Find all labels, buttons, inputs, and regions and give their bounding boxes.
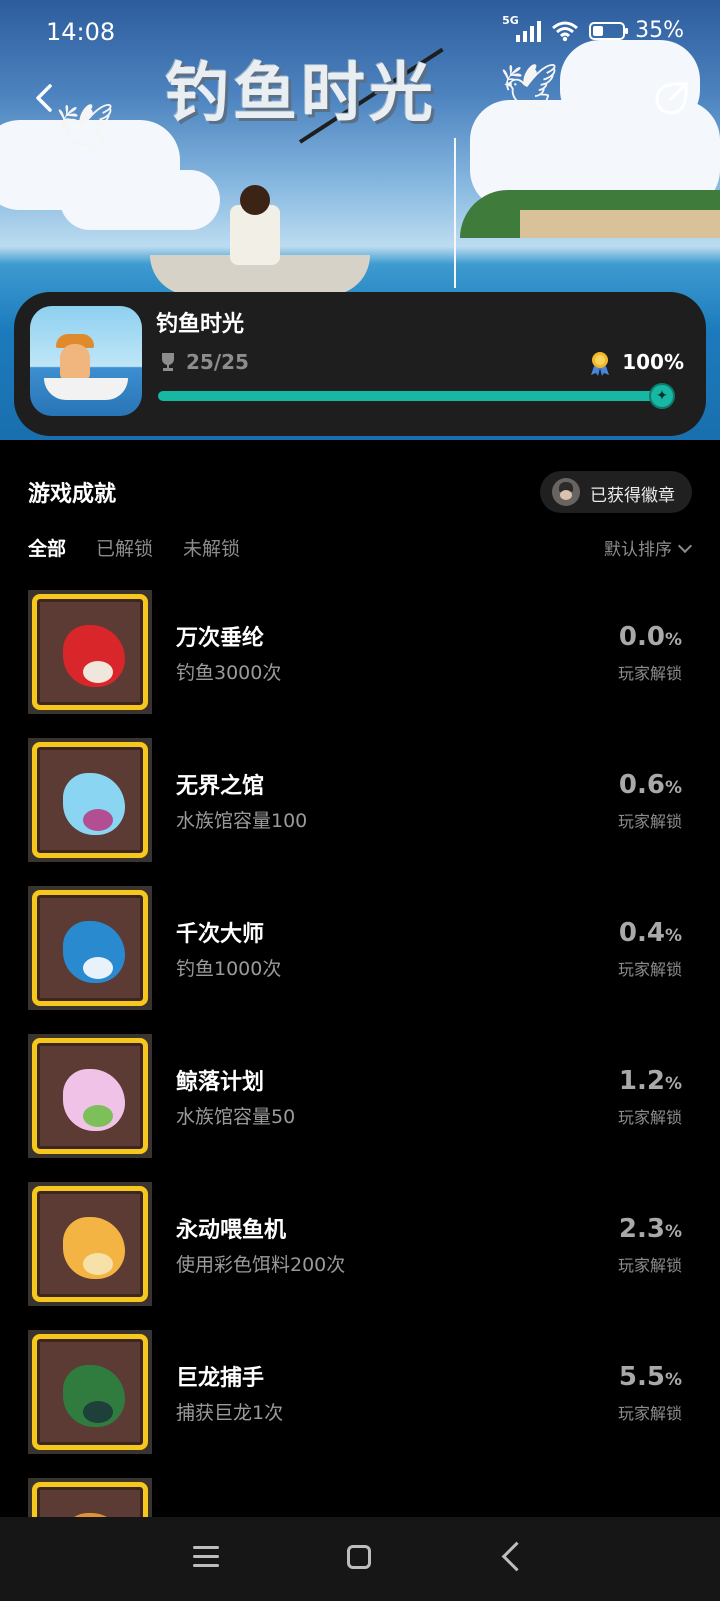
unlock-rate: 5.5% [619,1362,682,1392]
achievement-name: 永动喂鱼机 [176,1218,287,1243]
dragon-head-icon-detail [83,1401,113,1423]
achievement-thumbnail [28,1182,152,1306]
achievement-description: 捕获巨龙1次 [176,1402,284,1424]
earned-badges-button[interactable]: 已获得徽章 [540,471,692,513]
achievement-description: 水族馆容量100 [176,810,308,832]
achievement-row[interactable]: 鲸落计划水族馆容量50 1.2% 玩家解锁 [0,1034,720,1182]
battery-icon [589,21,629,40]
battery-level: 35% [635,18,684,43]
sort-dropdown[interactable]: 默认排序 [604,535,693,560]
share-button[interactable] [652,80,690,118]
unlock-rate-value: 1.2 [618,1066,665,1096]
achievement-row[interactable]: 万次垂纶钓鱼3000次 0.0% 玩家解锁 [0,590,720,738]
unlock-rate-label: 玩家解锁 [617,1404,682,1423]
unlock-rate-label: 玩家解锁 [617,1256,682,1275]
achievement-row[interactable]: 千次大师钓鱼1000次 0.4% 玩家解锁 [0,886,720,1034]
unlock-rate: 0.0% [619,622,682,652]
achievement-description: 使用彩色饵料200次 [176,1254,346,1276]
section-title: 游戏成就 [28,482,117,507]
unlock-rate: 0.4% [619,918,682,948]
completion-progress-bar: ✦ [158,383,675,409]
system-nav-bar [0,1517,720,1601]
unlock-rate-value: 0.0 [618,622,665,652]
tab-all[interactable]: 全部 [28,534,66,561]
trophy-icon [162,353,174,371]
star-icon: ✦ [649,383,675,409]
achievement-row[interactable]: 巨龙捕手捕获巨龙1次 5.5% 玩家解锁 [0,1330,720,1478]
unlock-rate-unit: % [664,1370,682,1390]
status-time: 14:08 [46,18,116,46]
game-summary-card: 钓鱼时光 25/25 100% ✦ [14,292,706,436]
crystal-fish-icon-detail [83,809,113,831]
network-type: 5G [502,13,519,27]
achievement-row[interactable]: 无界之馆水族馆容量100 0.6% 玩家解锁 [0,738,720,886]
unlock-rate: 1.2% [619,1066,682,1096]
unlock-rate-unit: % [664,1074,682,1094]
unlock-rate-unit: % [664,926,682,946]
avatar-icon [552,478,580,506]
achievement-name: 巨龙捕手 [176,1366,265,1391]
chevron-down-icon [677,538,693,553]
achievement-description: 钓鱼1000次 [176,958,282,980]
unlock-rate: 2.3% [619,1214,682,1244]
chevron-left-icon [36,84,52,112]
achievement-name: 无界之馆 [176,774,265,799]
unlock-rate-unit: % [664,1222,682,1242]
unlock-rate-value: 2.3 [618,1214,665,1244]
blue-fish-icon-detail [83,957,113,979]
achievement-row[interactable]: 永动喂鱼机使用彩色饵料200次 2.3% 玩家解锁 [0,1182,720,1330]
sort-label: 默认排序 [604,540,672,560]
achievement-thumbnail [28,590,152,714]
nav-back-icon[interactable] [501,1541,532,1572]
achievement-thumbnail [28,886,152,1010]
achievement-thumbnail [28,1034,152,1158]
unlock-rate: 0.6% [619,770,682,800]
wifi-icon [552,21,579,41]
unlock-rate-label: 玩家解锁 [617,812,682,831]
tab-locked[interactable]: 未解锁 [183,534,240,561]
home-icon[interactable] [347,1545,371,1569]
unlock-rate-label: 玩家解锁 [617,664,682,683]
share-icon [655,82,688,115]
progress-fill [158,391,662,401]
achievement-name: 千次大师 [176,922,265,947]
completion-percent: 100% [622,350,684,374]
back-button[interactable] [26,78,66,118]
filter-tabs: 全部 已解锁 未解锁 [28,534,240,561]
unlock-rate-label: 玩家解锁 [617,960,682,979]
achievement-thumbnail [28,1478,152,1518]
unlock-rate-value: 5.5 [618,1362,665,1392]
achievement-description: 水族馆容量50 [176,1106,296,1128]
achievement-row[interactable] [0,1478,720,1518]
game-title: 钓鱼时光 [156,312,245,337]
pink-fish-icon-detail [83,1105,113,1127]
achievement-name: 鲸落计划 [176,1070,265,1095]
achievement-name: 万次垂纶 [176,626,265,651]
menu-icon[interactable] [193,1546,219,1568]
achievement-description: 钓鱼3000次 [176,662,282,684]
unlock-rate-unit: % [664,778,682,798]
achievement-count: 25/25 [186,350,249,374]
tab-unlocked[interactable]: 已解锁 [96,534,153,561]
achievement-list: 万次垂纶 钓鱼3000次 0.0% 玩家解锁 无界之馆 水族馆容量100 0.6% 玩家解锁千… [0,590,720,1518]
status-bar: 14:08 5G 35% [0,0,720,64]
game-icon[interactable] [30,306,142,416]
unlock-rate-value: 0.4 [618,918,665,948]
medal-icon [591,352,609,376]
golden-fish-icon-detail [83,1253,113,1275]
unlock-rate-label: 玩家解锁 [617,1108,682,1127]
red-koi-fish-icon-detail [83,661,113,683]
achievement-thumbnail [28,1330,152,1454]
signal-icon: 5G [502,14,542,42]
unlock-rate-value: 0.6 [618,770,665,800]
achievement-thumbnail [28,738,152,862]
seagull-icon: 🕊 [500,60,559,114]
unlock-rate-unit: % [664,630,682,650]
earned-badges-label: 已获得徽章 [590,486,675,506]
